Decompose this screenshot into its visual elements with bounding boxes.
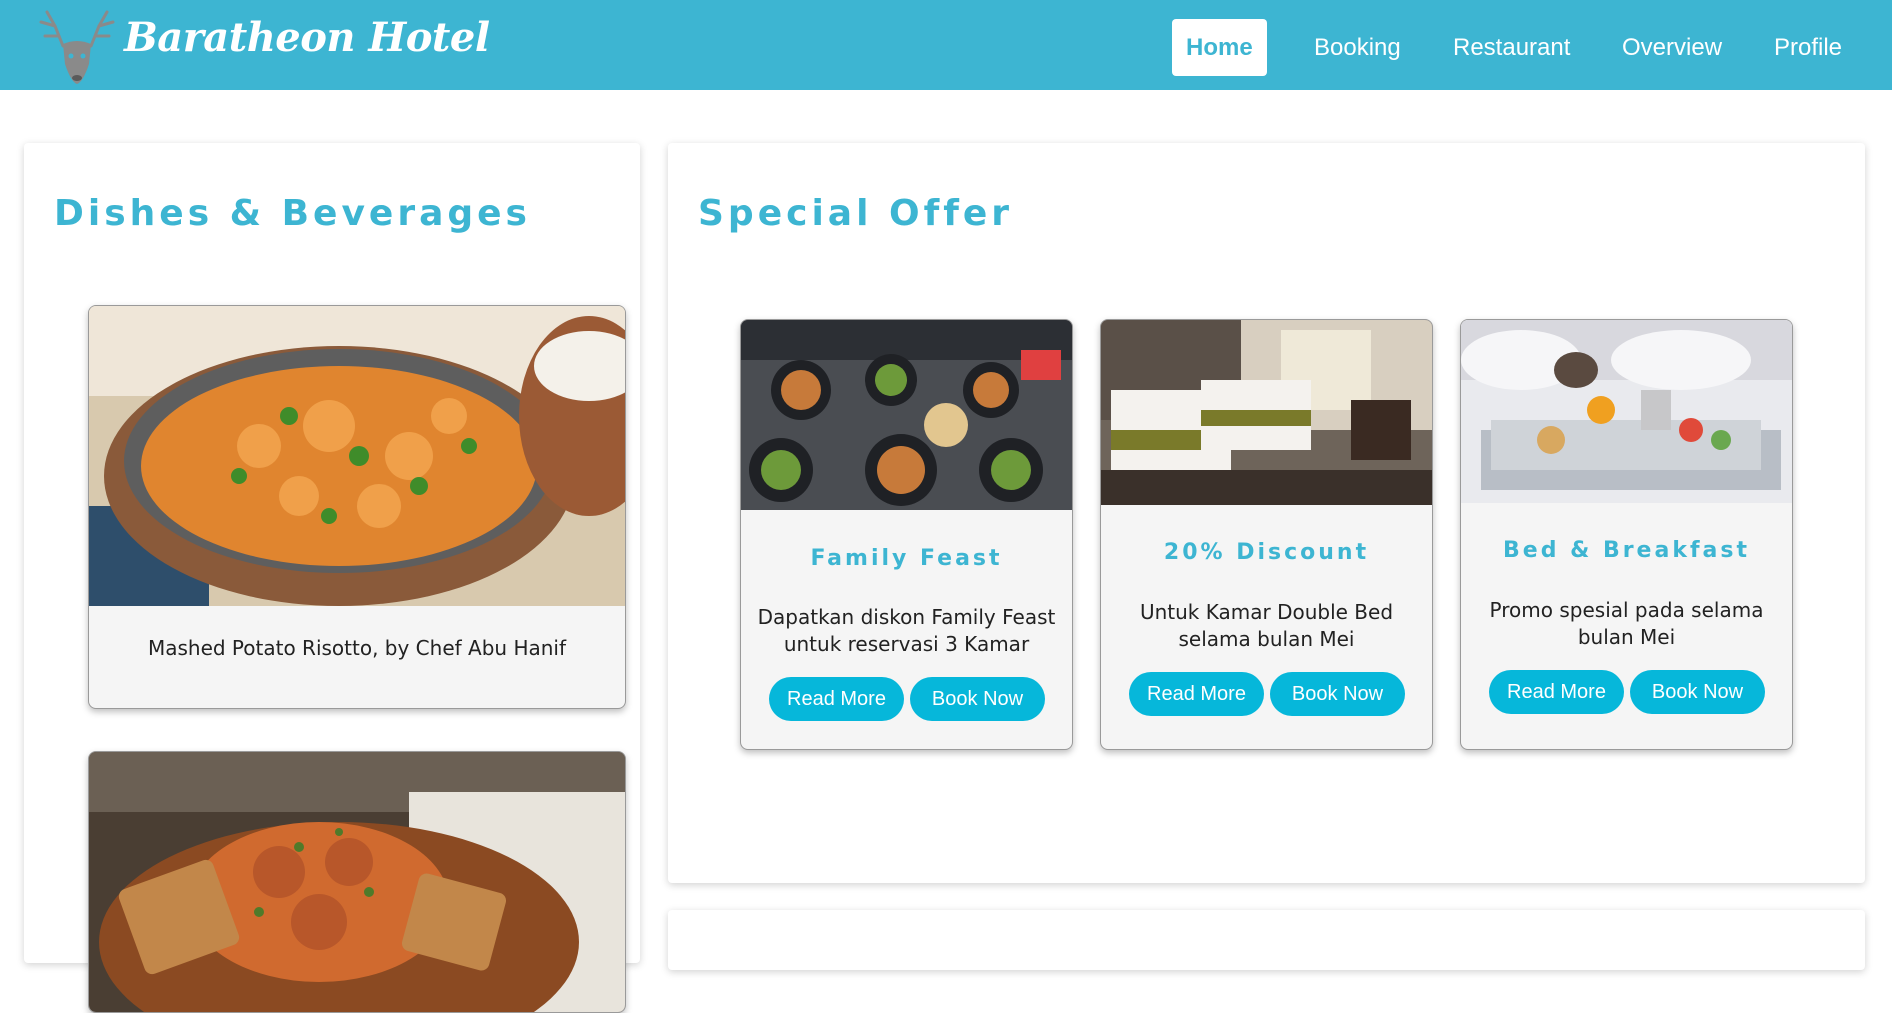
dishes-title: Dishes & Beverages bbox=[54, 193, 531, 234]
offer-card-family-feast[interactable]: Family Feast Dapatkan diskon Family Feas… bbox=[740, 319, 1073, 750]
offer-description: Untuk Kamar Double Bed selama bulan Mei bbox=[1139, 600, 1394, 651]
double-bed-room-photo bbox=[1101, 320, 1432, 505]
read-more-button[interactable]: Read More bbox=[1489, 670, 1624, 714]
read-more-button[interactable]: Read More bbox=[1129, 672, 1264, 716]
brand-title[interactable]: Baratheon Hotel bbox=[124, 14, 490, 61]
nav-profile[interactable]: Profile bbox=[1760, 19, 1856, 76]
top-navbar: Baratheon Hotel Home Booking Restaurant … bbox=[0, 0, 1892, 90]
offer-title: 20% Discount bbox=[1163, 540, 1370, 565]
curry-dish-photo bbox=[89, 306, 625, 606]
offer-description: Promo spesial pada selama bulan Mei bbox=[1489, 598, 1764, 649]
book-now-button[interactable]: Book Now bbox=[910, 677, 1045, 721]
nav-home[interactable]: Home bbox=[1172, 19, 1267, 76]
offer-card-discount[interactable]: 20% Discount Untuk Kamar Double Bed sela… bbox=[1100, 319, 1433, 750]
special-offer-panel: Special Offer Family Feast Dapatkan disk… bbox=[668, 143, 1865, 883]
offer-title: Bed & Breakfast bbox=[1503, 538, 1750, 563]
offer-card-bed-breakfast[interactable]: Bed & Breakfast Promo spesial pada selam… bbox=[1460, 319, 1793, 750]
toast-bacon-dish-photo bbox=[89, 752, 625, 1012]
offer-title: Family Feast bbox=[810, 546, 1003, 571]
dish-caption: Mashed Potato Risotto, by Chef Abu Hanif bbox=[147, 636, 567, 660]
dish-card[interactable] bbox=[88, 751, 626, 1013]
nav-restaurant[interactable]: Restaurant bbox=[1439, 19, 1584, 76]
next-section-panel bbox=[668, 910, 1865, 970]
family-feast-table-photo bbox=[741, 320, 1072, 510]
dish-card[interactable]: Mashed Potato Risotto, by Chef Abu Hanif bbox=[88, 305, 626, 709]
deer-head-icon[interactable] bbox=[33, 6, 121, 86]
offer-description: Dapatkan diskon Family Feast untuk reser… bbox=[757, 605, 1056, 656]
special-offer-title: Special Offer bbox=[698, 193, 1014, 234]
nav-booking[interactable]: Booking bbox=[1300, 19, 1415, 76]
nav-overview[interactable]: Overview bbox=[1608, 19, 1736, 76]
dishes-panel: Dishes & Beverages Mashed Potato Risotto… bbox=[24, 143, 640, 1013]
breakfast-tray-photo bbox=[1461, 320, 1792, 503]
read-more-button[interactable]: Read More bbox=[769, 677, 904, 721]
book-now-button[interactable]: Book Now bbox=[1270, 672, 1405, 716]
book-now-button[interactable]: Book Now bbox=[1630, 670, 1765, 714]
